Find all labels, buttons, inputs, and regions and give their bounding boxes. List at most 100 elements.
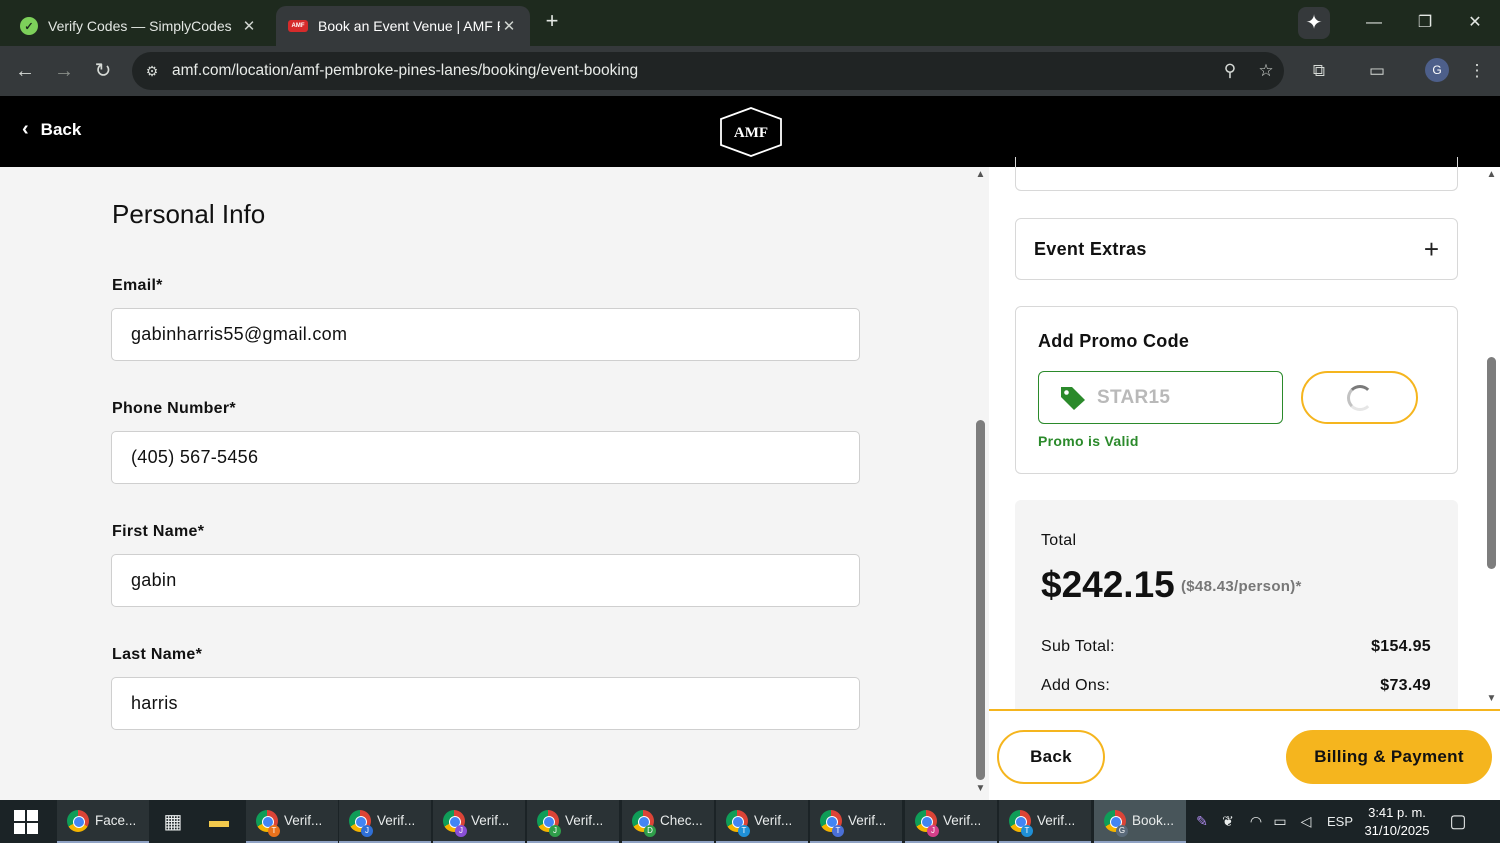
minimize-icon[interactable]: — — [1359, 8, 1389, 38]
per-person-price: ($48.43/person)* — [1181, 578, 1302, 595]
first-name-field[interactable] — [111, 554, 860, 607]
taskbar-item-active[interactable]: G Book... — [1094, 800, 1186, 843]
profile-badge: T — [268, 825, 280, 837]
taskbar-item[interactable]: J Verif... — [527, 800, 619, 843]
pen-icon[interactable]: ✎ — [1190, 800, 1214, 843]
scroll-down-icon[interactable]: ▼ — [972, 783, 989, 794]
last-name-field[interactable] — [111, 677, 860, 730]
event-extras-title: Event Extras — [1034, 238, 1147, 259]
profile-badge: J — [361, 825, 373, 837]
first-name-label: First Name* — [112, 523, 205, 540]
promo-code-value: STAR15 — [1097, 386, 1171, 408]
promo-code-input[interactable]: STAR15 — [1038, 371, 1283, 424]
taskbar-item[interactable]: T Verif... — [716, 800, 808, 843]
windows-start-icon[interactable] — [14, 810, 38, 834]
form-scrollbar[interactable]: ▲ ▼ — [972, 167, 989, 800]
taskbar-item-label: Chec... — [660, 813, 703, 828]
taskbar-item[interactable]: T Verif... — [810, 800, 902, 843]
system-clock[interactable]: 3:41 p. m. 31/10/2025 — [1362, 804, 1432, 840]
summary-scrollbar[interactable]: ▲ ▼ — [1483, 167, 1500, 710]
profile-badge: D — [644, 825, 656, 837]
taskbar-item[interactable]: J Verif... — [433, 800, 525, 843]
taskbar-item-label: Verif... — [848, 813, 887, 828]
profile-badge: G — [1116, 825, 1128, 837]
last-name-label: Last Name* — [112, 646, 203, 663]
scrollbar-thumb[interactable] — [976, 420, 985, 780]
leaf-icon[interactable]: ❦ — [1216, 800, 1240, 843]
addons-label: Add Ons: — [1041, 677, 1111, 694]
total-amount: $242.15 — [1041, 564, 1175, 605]
scrollbar-thumb[interactable] — [1487, 357, 1496, 569]
apply-promo-button[interactable] — [1301, 371, 1418, 424]
total-label: Total — [1041, 532, 1077, 549]
new-tab-icon[interactable]: + — [540, 10, 564, 34]
tab-amf-booking[interactable]: AMF Book an Event Venue | AMF Pembroke P… — [276, 6, 530, 46]
amf-logo[interactable]: AMF — [718, 106, 784, 158]
email-field[interactable] — [111, 308, 860, 361]
taskbar-item[interactable]: J Verif... — [905, 800, 997, 843]
close-tab-icon[interactable]: ✕ — [240, 17, 258, 35]
amf-favicon-icon: AMF — [288, 20, 308, 32]
taskbar-item-label: Verif... — [1037, 813, 1076, 828]
clock-time: 3:41 p. m. — [1368, 805, 1426, 820]
notifications-icon[interactable]: ▢ — [1444, 800, 1472, 843]
volume-icon[interactable]: ◁ — [1294, 800, 1318, 843]
logo-text: AMF — [734, 125, 768, 141]
taskbar-item[interactable]: D Chec... — [622, 800, 714, 843]
back-button[interactable]: Back — [997, 730, 1105, 784]
profile-badge: T — [832, 825, 844, 837]
profile-badge: T — [738, 825, 750, 837]
close-window-icon[interactable]: ✕ — [1460, 8, 1490, 38]
taskbar-item-label: Verif... — [471, 813, 510, 828]
close-tab-icon[interactable]: ✕ — [500, 17, 518, 35]
file-explorer-icon[interactable]: ▬ — [202, 800, 236, 843]
profile-badge: J — [455, 825, 467, 837]
extensions-icon[interactable]: ⧉ — [1304, 56, 1334, 86]
taskbar-item-label: Face... — [95, 813, 137, 828]
back-arrow-icon[interactable]: ← — [10, 56, 40, 86]
calculator-icon[interactable]: ▦ — [158, 800, 188, 843]
taskbar-item-label: Verif... — [943, 813, 982, 828]
restore-icon[interactable]: ❐ — [1410, 8, 1440, 38]
subtotal-row: Sub Total: $154.95 — [1041, 638, 1431, 656]
taskbar-item[interactable]: Face... — [57, 800, 149, 843]
bookmark-star-icon[interactable]: ☆ — [1248, 61, 1284, 81]
subtotal-label: Sub Total: — [1041, 638, 1115, 655]
tab-simplycodes[interactable]: ✓ Verify Codes — SimplyCodes ✕ — [8, 6, 270, 46]
booking-footer: Back Billing & Payment — [989, 709, 1500, 800]
tab-search-icon[interactable]: ▭ — [1362, 56, 1392, 86]
promo-status: Promo is Valid — [1038, 433, 1139, 449]
profile-avatar[interactable]: G — [1425, 58, 1449, 82]
profile-badge: T — [1021, 825, 1033, 837]
scroll-up-icon[interactable]: ▲ — [972, 169, 989, 180]
url-text: amf.com/location/amf-pembroke-pines-lane… — [172, 62, 639, 79]
menu-kebab-icon[interactable]: ⋮ — [1462, 56, 1492, 86]
scroll-down-icon[interactable]: ▼ — [1483, 693, 1500, 704]
tab-label: Book an Event Venue | AMF Pembroke Pines… — [318, 18, 500, 34]
language-indicator[interactable]: ESP — [1322, 800, 1358, 843]
site-settings-icon[interactable]: ⚙ — [132, 63, 172, 80]
scroll-up-icon[interactable]: ▲ — [1483, 169, 1500, 180]
billing-payment-button[interactable]: Billing & Payment — [1286, 730, 1492, 784]
personal-info-section: Personal Info Email* Phone Number* First… — [0, 167, 972, 800]
location-pin-icon[interactable]: ⚲ — [1212, 61, 1248, 81]
gemini-sparkle-icon[interactable]: ✦ — [1298, 7, 1330, 39]
taskbar-item[interactable]: T Verif... — [999, 800, 1091, 843]
taskbar-item-label: Verif... — [754, 813, 793, 828]
header-back-button[interactable]: ‹ Back — [22, 118, 81, 141]
taskbar-item[interactable]: T Verif... — [246, 800, 338, 843]
forward-arrow-icon[interactable]: → — [49, 56, 79, 86]
taskbar-item[interactable]: J Verif... — [339, 800, 431, 843]
address-bar[interactable]: ⚙ amf.com/location/amf-pembroke-pines-la… — [132, 52, 1284, 90]
addons-value: $73.49 — [1380, 677, 1431, 694]
phone-field[interactable] — [111, 431, 860, 484]
event-extras-accordion[interactable]: Event Extras + — [1015, 218, 1458, 280]
wifi-icon[interactable]: ◠ — [1244, 800, 1268, 843]
plus-icon[interactable]: + — [1424, 234, 1439, 265]
battery-icon[interactable]: ▭ — [1268, 800, 1292, 843]
previous-card — [1015, 157, 1458, 191]
phone-label: Phone Number* — [112, 400, 236, 417]
simplycodes-favicon-icon: ✓ — [20, 17, 38, 35]
chrome-icon — [67, 809, 89, 832]
reload-icon[interactable]: ↻ — [88, 56, 118, 86]
